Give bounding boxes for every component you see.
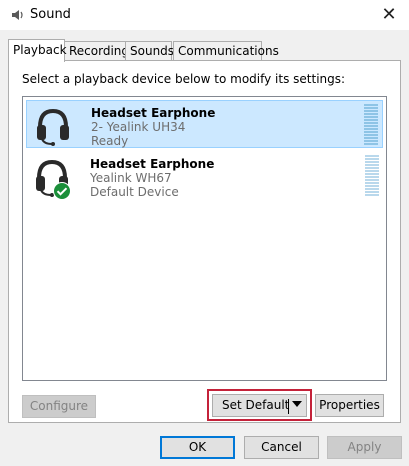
- device-item-yealink-wh67[interactable]: Headset Earphone Yealink WH67 Default De…: [26, 152, 383, 200]
- volume-meter: [364, 104, 378, 146]
- tab-communications[interactable]: Communications: [173, 41, 279, 60]
- tab-recording[interactable]: Recording: [64, 41, 129, 60]
- ok-button[interactable]: OK: [160, 436, 235, 459]
- apply-button[interactable]: Apply: [327, 436, 402, 459]
- highlight-box: [207, 389, 312, 421]
- device-description: 2- Yealink UH34: [91, 120, 186, 134]
- device-status: Default Device: [90, 185, 179, 199]
- properties-button[interactable]: Properties: [315, 394, 384, 417]
- instructions-text: Select a playback device below to modify…: [22, 72, 346, 86]
- window-title: Sound: [30, 7, 71, 22]
- device-name: Headset Earphone: [90, 157, 215, 171]
- cancel-button[interactable]: Cancel: [244, 436, 319, 459]
- title-bar: Sound ✕: [0, 0, 409, 30]
- device-description: Yealink WH67: [90, 171, 172, 185]
- close-button[interactable]: ✕: [369, 0, 409, 30]
- headset-icon: [37, 108, 69, 146]
- volume-meter: [365, 155, 379, 197]
- tab-sounds[interactable]: Sounds: [125, 41, 174, 60]
- device-list[interactable]: Headset Earphone 2- Yealink UH34 Ready H…: [22, 96, 387, 381]
- device-name: Headset Earphone: [91, 106, 216, 120]
- device-item-yealink-uh34[interactable]: Headset Earphone 2- Yealink UH34 Ready: [26, 100, 383, 148]
- default-check-icon: [53, 182, 71, 200]
- configure-button[interactable]: Configure: [22, 395, 96, 418]
- speaker-icon: [12, 10, 23, 20]
- device-status: Ready: [91, 134, 129, 148]
- tab-playback[interactable]: Playback: [8, 39, 67, 62]
- playback-panel: Select a playback device below to modify…: [8, 60, 401, 423]
